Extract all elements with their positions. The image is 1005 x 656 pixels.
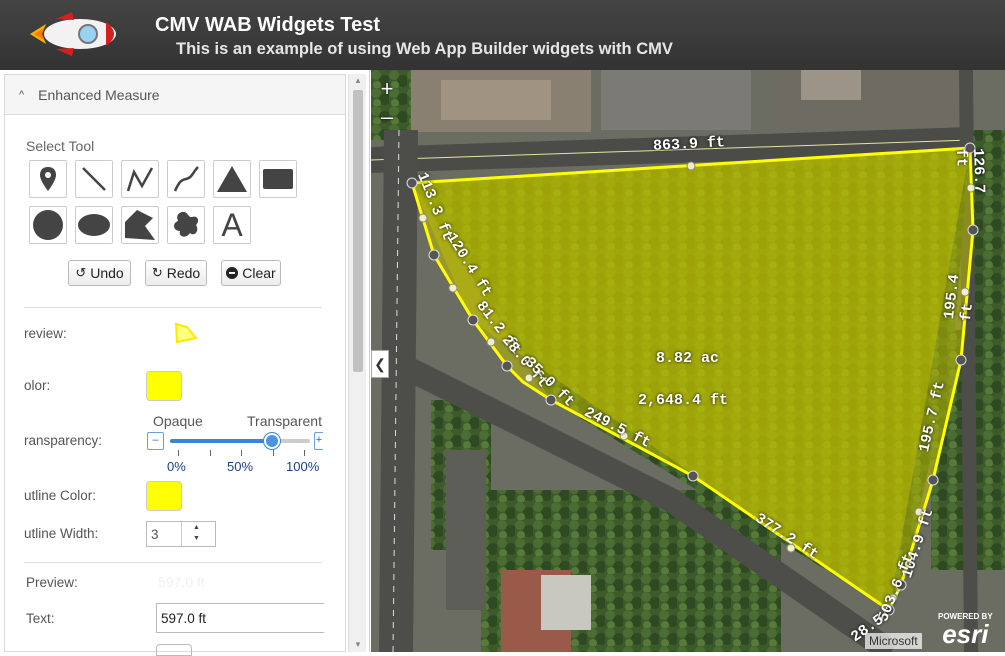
tool-line-button[interactable]: [75, 160, 113, 198]
text-tool-icon: A: [221, 206, 243, 243]
panel-header[interactable]: ^ Enhanced Measure: [5, 75, 345, 115]
outline-width-label: utline Width:: [24, 526, 99, 541]
tool-freehand-polyline-button[interactable]: [167, 160, 205, 198]
chevron-up-icon[interactable]: ^: [19, 89, 24, 101]
transparency-label: ransparency:: [24, 433, 103, 448]
scrollbar-thumb[interactable]: [353, 90, 363, 372]
tool-ellipse-button[interactable]: [75, 206, 113, 244]
zoom-control: + –: [373, 76, 401, 132]
tool-freehand-polygon-button[interactable]: [167, 206, 205, 244]
spinner-down-icon[interactable]: ▼: [193, 535, 200, 542]
spinner-up-icon[interactable]: ▲: [193, 524, 200, 531]
tool-rectangle-button[interactable]: [259, 160, 297, 198]
clear-icon: [226, 267, 239, 279]
outline-color-swatch[interactable]: [146, 481, 182, 511]
zoom-in-button[interactable]: +: [373, 76, 401, 104]
slider-tick-0: 0%: [167, 459, 186, 474]
app-title: CMV WAB Widgets Test: [155, 14, 381, 36]
measure-label-right1: 126.7 ft: [952, 148, 988, 194]
select-tool-label: Select Tool: [26, 138, 95, 154]
slider-transparent-label: Transparent: [247, 413, 322, 429]
triangle-icon: [217, 166, 247, 192]
panel-title: Enhanced Measure: [38, 86, 160, 103]
sidebar-collapse-button[interactable]: ❮: [371, 350, 389, 378]
zoom-out-button[interactable]: –: [373, 104, 401, 132]
text-input[interactable]: 597.0 ft: [156, 603, 324, 633]
freehand-line-icon: [173, 166, 199, 192]
slider-decrement-button[interactable]: –: [147, 432, 164, 450]
scroll-down-arrow-icon[interactable]: ▼: [349, 638, 367, 652]
circle-icon: [33, 210, 63, 240]
outline-width-spinner[interactable]: 3 ▲ ▼: [146, 521, 216, 547]
tool-polyline-button[interactable]: [121, 160, 159, 198]
map-pin-icon: [40, 167, 56, 191]
tool-text-button[interactable]: A: [213, 206, 251, 244]
outline-width-value: 3: [151, 526, 159, 542]
text-preview-label: Preview:: [26, 575, 78, 590]
slider-fill: [170, 439, 273, 443]
app-subtitle: This is an example of using Web App Buil…: [176, 40, 673, 58]
sidebar-scrollbar[interactable]: ▲ ▼: [348, 74, 366, 652]
rectangle-icon: [263, 169, 293, 189]
redo-icon: ↻: [151, 265, 163, 280]
slider-opaque-label: Opaque: [153, 413, 203, 429]
tool-point-button[interactable]: [29, 160, 67, 198]
slider-ticks: [169, 450, 324, 457]
divider: [24, 562, 322, 563]
clear-button[interactable]: Clear: [221, 260, 281, 286]
rocket-logo-icon: [30, 12, 116, 56]
color-label: olor:: [24, 378, 51, 393]
slider-tick-50: 50%: [227, 459, 254, 474]
measure-label-area: 8.82 ac: [656, 350, 720, 367]
preview-label: review:: [24, 326, 67, 341]
tool-polygon-button[interactable]: [121, 206, 159, 244]
measure-label-perimeter: 2,648.4 ft: [638, 392, 729, 409]
text-label: Text:: [26, 611, 55, 626]
esri-logo[interactable]: POWERED BY esri: [938, 612, 993, 647]
text-color-swatch[interactable]: [156, 644, 192, 656]
divider: [24, 307, 322, 308]
fill-color-swatch[interactable]: [146, 371, 182, 401]
polyline-icon: [126, 167, 154, 192]
left-sidebar: ^ Enhanced Measure ▲ ▼: [0, 70, 370, 652]
outline-color-label: utline Color:: [24, 488, 97, 503]
polygon-icon: [125, 210, 155, 240]
transparency-slider-track[interactable]: [170, 433, 310, 449]
undo-button[interactable]: ↺ Undo: [68, 260, 131, 286]
text-preview-value: 597.0 ft: [158, 574, 205, 590]
polygon-preview-icon: [174, 322, 198, 344]
slider-increment-button[interactable]: +: [314, 432, 323, 450]
line-icon: [82, 167, 106, 191]
map-attribution: Microsoft: [865, 633, 922, 649]
redo-button[interactable]: ↻ Redo: [145, 260, 207, 286]
tool-triangle-button[interactable]: [213, 160, 251, 198]
map-view[interactable]: 863.9 ft 8.82 ac 2,648.4 ft 249.5 ft 377…: [371, 70, 1005, 652]
ellipse-icon: [78, 214, 110, 236]
scroll-up-arrow-icon[interactable]: ▲: [349, 74, 367, 88]
app-header: CMV WAB Widgets Test This is an example …: [0, 0, 1005, 70]
undo-icon: ↺: [75, 265, 87, 280]
freehand-polygon-icon: [174, 211, 199, 237]
tool-circle-button[interactable]: [29, 206, 67, 244]
slider-tick-100: 100%: [286, 459, 320, 474]
